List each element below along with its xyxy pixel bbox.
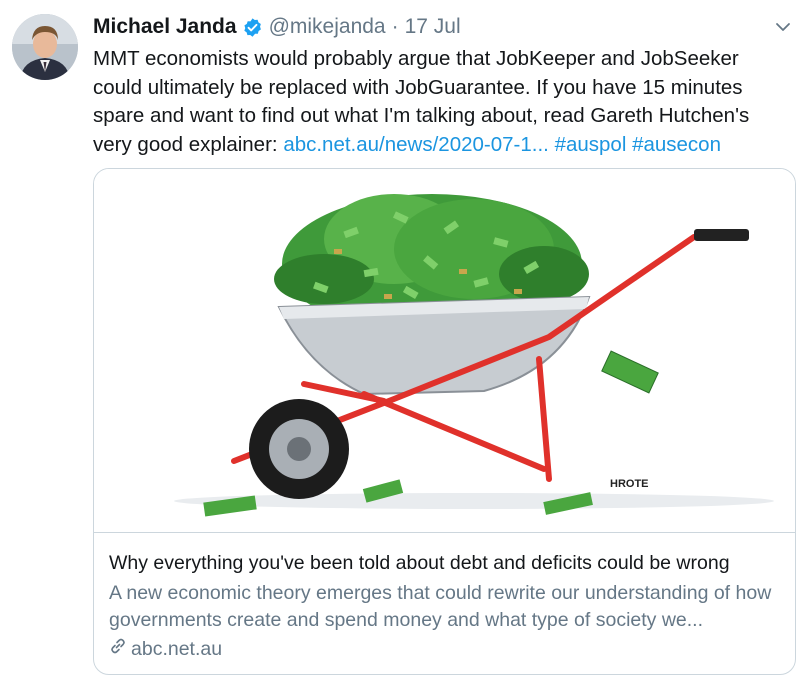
verified-badge-icon [242, 17, 263, 38]
card-image[interactable]: HROTE [94, 169, 795, 533]
card-image-signature: HROTE [610, 478, 649, 490]
tweet-date[interactable]: 17 Jul [405, 15, 461, 39]
avatar[interactable] [12, 14, 78, 80]
card-title[interactable]: Why everything you've been told about de… [109, 550, 789, 576]
tweet-header: Michael Janda @mikejanda · 17 Jul [93, 14, 461, 40]
author-handle[interactable]: @mikejanda [269, 15, 386, 39]
tweet-link[interactable]: abc.net.au/news/2020-07-1... [283, 133, 549, 156]
hashtag-ausecon[interactable]: #ausecon [632, 133, 721, 156]
card-domain: abc.net.au [131, 637, 223, 660]
link-icon [109, 637, 131, 661]
card-domain-row[interactable]: abc.net.au [109, 637, 222, 661]
tweet[interactable]: Michael Janda @mikejanda · 17 Jul MMT ec… [0, 0, 810, 675]
hashtag-auspol[interactable]: #auspol [555, 133, 627, 156]
tweet-text: MMT economists would probably argue that… [93, 45, 793, 159]
author-name[interactable]: Michael Janda [93, 15, 237, 39]
link-card[interactable]: HROTE Why everything you've been told ab… [93, 168, 796, 675]
card-description: A new economic theory emerges that could… [109, 582, 772, 631]
chevron-down-icon[interactable] [774, 18, 792, 36]
separator: · [391, 15, 399, 38]
